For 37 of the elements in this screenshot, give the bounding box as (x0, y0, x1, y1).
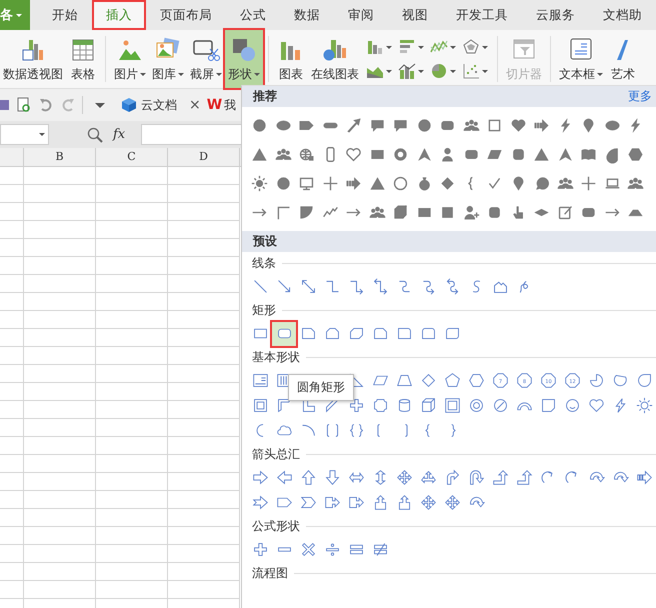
shapes-button[interactable]: 形状 (225, 30, 263, 88)
document-tab[interactable]: W我 (206, 96, 236, 114)
menu-tab[interactable]: 视图 (388, 0, 442, 30)
category-title: 基本形状 (252, 348, 300, 366)
document-tab[interactable]: 云文档 (117, 96, 181, 114)
column-header[interactable]: C (96, 148, 168, 166)
document-tab-label: 云文档 (141, 96, 177, 114)
menu-tab[interactable]: 公式 (226, 0, 280, 30)
picture-button[interactable]: 图片 (111, 30, 149, 88)
slanted-stroke-button[interactable]: 艺术 (606, 30, 640, 88)
menu-tab[interactable]: 审阅 (334, 0, 388, 30)
category-title: 线条 (252, 254, 276, 272)
menu-tab[interactable]: 开始 (38, 0, 92, 30)
category-title: 流程图 (252, 564, 288, 582)
category-title: 箭头总汇 (252, 446, 300, 462)
document-tab-label: 我 (224, 96, 236, 114)
close-tab-button[interactable]: × (187, 97, 203, 113)
menu-tab[interactable]: 云服务 (522, 0, 589, 30)
column-header[interactable]: D (168, 148, 240, 166)
gallery-button[interactable]: 图库 (149, 30, 187, 88)
menu-tab[interactable]: 页面布局 (146, 0, 226, 30)
section-title: 推荐 (253, 88, 277, 105)
menu-tab[interactable]: 文档助 (589, 0, 656, 30)
more-link[interactable]: 更多 (628, 88, 652, 105)
table-button[interactable]: 表格 (66, 30, 100, 88)
category-title: 公式形状 (252, 518, 300, 534)
function-button[interactable]: fx (113, 127, 126, 142)
column-header[interactable]: B (24, 148, 96, 166)
menu-tab[interactable]: 数据 (280, 0, 334, 30)
pivot-chart-button[interactable]: 数据透视图 (0, 30, 66, 88)
bar-chart-button[interactable]: 图表 (274, 30, 308, 88)
online-chart-button[interactable]: 在线图表 (308, 30, 362, 88)
menu-tab[interactable]: 开发工具 (442, 0, 522, 30)
section-title: 预设 (253, 233, 277, 250)
menu-tab[interactable]: 插入 (92, 0, 146, 30)
category-title: 矩形 (252, 302, 276, 318)
logo-mark: W (206, 97, 222, 113)
